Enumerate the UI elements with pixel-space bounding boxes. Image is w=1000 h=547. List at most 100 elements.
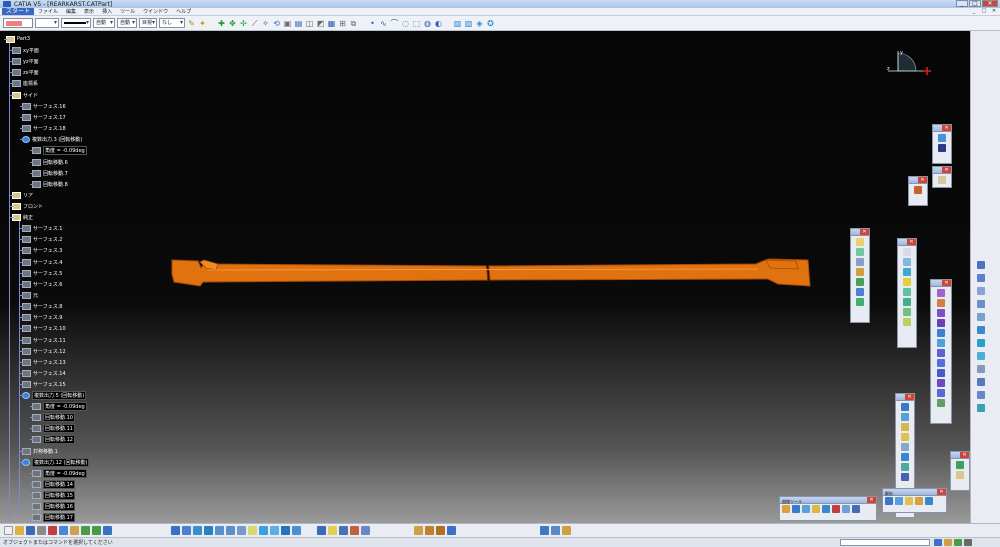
spiral-icon[interactable]	[856, 298, 864, 306]
tree-node[interactable]: 角度 = -0.09deg	[32, 468, 87, 478]
knowledge-tool-icon[interactable]	[562, 526, 571, 535]
paste-icon[interactable]	[70, 526, 79, 535]
tree-node[interactable]: zx平面	[12, 68, 39, 76]
sphere-icon[interactable]	[903, 268, 911, 276]
menu-tools[interactable]: ツール	[116, 8, 139, 16]
floating-toolbar-curve-tools[interactable]: 曲線ツール ✕	[779, 496, 877, 521]
sketch-icon[interactable]	[914, 186, 922, 194]
tree-node[interactable]: サーフェス.4	[22, 258, 62, 266]
compass[interactable]: y z	[885, 49, 935, 87]
rotate-op-icon[interactable]	[937, 359, 945, 367]
pan-view-icon[interactable]	[193, 526, 202, 535]
tree-node[interactable]: 角度 = -0.09deg	[32, 145, 87, 155]
tree-node[interactable]: リア	[12, 191, 33, 199]
menu-window[interactable]: ウインドウ	[139, 8, 172, 16]
floating-toolbar-surfaces[interactable]: ✕	[897, 238, 917, 348]
tree-node[interactable]: サーフェス.17	[22, 113, 66, 121]
dock-circle-icon[interactable]	[977, 326, 985, 334]
tree-node[interactable]: サーフェス.16	[22, 102, 66, 110]
multi-section-icon[interactable]	[903, 318, 911, 326]
panel-header[interactable]: ✕	[851, 229, 869, 236]
tree-node[interactable]: サーフェス.13	[22, 358, 66, 366]
helix-icon[interactable]	[856, 288, 864, 296]
tree-node[interactable]: 複数出力.12 (回転移動)	[22, 457, 90, 467]
tree-node[interactable]: 回転移動.10	[32, 412, 75, 422]
curve-icon[interactable]: ∿	[379, 19, 388, 28]
table-icon[interactable]: ▦	[327, 19, 336, 28]
trim-icon[interactable]	[937, 309, 945, 317]
scaling-icon[interactable]	[937, 379, 945, 387]
panel-header[interactable]: 曲線ツール ✕	[780, 497, 876, 504]
iso-view-icon[interactable]	[259, 526, 268, 535]
tree-node[interactable]: サーフェス.18	[22, 124, 66, 132]
distance-icon[interactable]	[901, 433, 909, 441]
status-icon-2[interactable]	[944, 539, 952, 546]
connect-icon[interactable]	[856, 278, 864, 286]
measure-item-icon[interactable]	[425, 526, 434, 535]
floating-toolbar-operations[interactable]: ✕	[930, 279, 952, 424]
translate-icon[interactable]	[937, 349, 945, 357]
pan-icon[interactable]: ✚	[217, 19, 226, 28]
workbench-icon[interactable]: ▨	[453, 19, 462, 28]
tree-node[interactable]: フロント	[12, 202, 43, 210]
tree-node[interactable]: 複数出力.5 (回転移動)	[22, 390, 87, 400]
arc-icon[interactable]: ⌒	[390, 19, 399, 28]
panel-header[interactable]: ✕	[896, 394, 914, 401]
tree-node[interactable]: yz平面	[12, 57, 39, 65]
zoom-in-icon[interactable]	[215, 526, 224, 535]
save-icon[interactable]	[26, 526, 35, 535]
panel-close-icon[interactable]: ✕	[960, 452, 969, 458]
swap-visible-icon[interactable]	[292, 526, 301, 535]
row-tool-1-icon[interactable]	[885, 497, 893, 505]
tree-node[interactable]: 角度 = -0.09deg	[32, 401, 87, 411]
layer-combo[interactable]: なし	[159, 18, 185, 28]
status-icon-1[interactable]	[934, 539, 942, 546]
3d-viewport[interactable]: Part3 xy平面 yz平面 zx平面 座標系 サイド サーフェス.16 サーフェス.17 サ…	[0, 31, 970, 523]
line-icon[interactable]	[856, 238, 864, 246]
section-analysis-icon[interactable]	[447, 526, 456, 535]
tree-node[interactable]: 回転移動.8	[32, 180, 68, 188]
tree-node[interactable]: 元	[22, 291, 38, 299]
line-type-combo[interactable]: 自動	[93, 18, 115, 28]
extrude-icon[interactable]: ⬚	[412, 19, 421, 28]
dock-offset-icon[interactable]	[977, 404, 985, 412]
compass-move-icon[interactable]: ✢	[239, 19, 248, 28]
section-icon[interactable]: ◫	[305, 19, 314, 28]
paint-brush-icon[interactable]: ✎	[187, 19, 196, 28]
copy-geometry-icon[interactable]: ▣	[283, 19, 292, 28]
tree-node[interactable]: 座標系	[12, 79, 38, 87]
tree-node[interactable]: サーフェス.6	[22, 280, 62, 288]
tree-node[interactable]: 回転移動.7	[32, 169, 68, 177]
menu-file[interactable]: ファイル	[34, 8, 62, 16]
affinity-icon[interactable]	[937, 389, 945, 397]
tree-node[interactable]: 回転移動.16	[32, 501, 75, 511]
redo-icon[interactable]	[92, 526, 101, 535]
spline-icon[interactable]	[856, 258, 864, 266]
catalog-icon[interactable]: ▧	[464, 19, 473, 28]
snap-icon[interactable]: ✧	[261, 19, 270, 28]
tree-node[interactable]: 回転移動.12	[32, 434, 75, 444]
corner-icon[interactable]	[856, 268, 864, 276]
render-style-combo[interactable]: 目視	[139, 18, 157, 28]
menu-help[interactable]: ヘルプ	[172, 8, 195, 16]
knowledge-icon[interactable]: ◈	[475, 19, 484, 28]
fillet-icon[interactable]	[937, 339, 945, 347]
inflection-icon[interactable]	[901, 463, 909, 471]
symmetry-icon[interactable]	[937, 369, 945, 377]
close-button[interactable]: ✕	[982, 0, 998, 7]
rotate-view-icon[interactable]	[204, 526, 213, 535]
curve-tool-3-icon[interactable]	[802, 505, 810, 513]
dock-plane-icon[interactable]	[977, 287, 985, 295]
cut-icon[interactable]	[48, 526, 57, 535]
panel-close-icon[interactable]: ✕	[942, 125, 951, 131]
floating-toolbar-view[interactable]: ✕	[932, 124, 952, 164]
move-icon[interactable]: ✥	[228, 19, 237, 28]
tree-node[interactable]: 回転移動.11	[32, 423, 75, 433]
panel-header[interactable]: ✕	[933, 125, 951, 132]
extract-icon[interactable]	[937, 329, 945, 337]
tools-icon[interactable]	[540, 526, 549, 535]
tree-node[interactable]: サーフェス.11	[22, 336, 66, 344]
panel-header[interactable]: ✕	[931, 280, 951, 287]
split-icon[interactable]	[937, 299, 945, 307]
maximize-button[interactable]: □	[969, 0, 981, 7]
